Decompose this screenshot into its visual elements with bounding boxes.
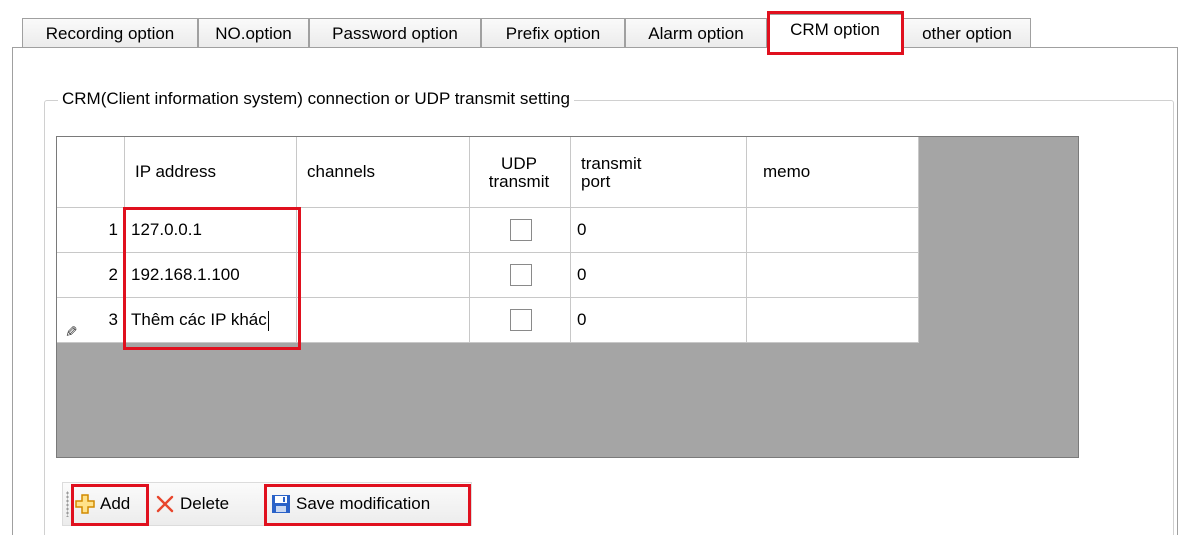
cell-transmit-port[interactable]: 0	[571, 298, 747, 343]
plus-icon	[75, 494, 95, 514]
tab-recording-option[interactable]: Recording option	[22, 18, 198, 48]
cell-udp-transmit	[470, 253, 571, 298]
cell-memo[interactable]	[747, 208, 919, 253]
delete-button[interactable]: Delete	[155, 483, 229, 525]
grid-header-corner	[57, 137, 125, 208]
column-header-transmit-port[interactable]: transmit port	[571, 137, 747, 208]
x-icon	[155, 494, 175, 514]
pencil-icon: ✎	[65, 324, 78, 341]
cell-memo[interactable]	[747, 253, 919, 298]
udp-transmit-checkbox[interactable]	[510, 264, 532, 286]
cell-ip-address[interactable]: 192.168.1.100	[125, 253, 297, 298]
column-header-udp-transmit-label: UDP transmit	[488, 154, 550, 191]
grid-toolbar: Add Delete Save modification	[62, 482, 472, 526]
groupbox-title: CRM(Client information system) connectio…	[58, 89, 574, 109]
save-modification-button[interactable]: Save modification	[271, 483, 430, 525]
cell-memo[interactable]	[747, 298, 919, 343]
cell-udp-transmit	[470, 208, 571, 253]
save-modification-button-label: Save modification	[296, 494, 431, 513]
tab-prefix-option[interactable]: Prefix option	[481, 18, 625, 48]
text-caret	[267, 310, 269, 331]
cell-channels[interactable]	[297, 298, 470, 343]
add-button[interactable]: Add	[75, 483, 130, 525]
cell-channels[interactable]	[297, 253, 470, 298]
row-number-label: 3	[108, 310, 118, 329]
cell-transmit-port[interactable]: 0	[571, 208, 747, 253]
crm-ip-grid: IP address channels UDP transmit transmi…	[56, 136, 1079, 458]
column-header-channels[interactable]: channels	[297, 137, 470, 208]
cell-udp-transmit	[470, 298, 571, 343]
tab-alarm-option[interactable]: Alarm option	[625, 18, 767, 48]
row-number-editing[interactable]: ✎ 3	[57, 298, 125, 343]
cell-ip-address[interactable]: 127.0.0.1	[125, 208, 297, 253]
floppy-disk-icon	[271, 494, 291, 514]
tab-password-option[interactable]: Password option	[309, 18, 481, 48]
column-header-udp-transmit[interactable]: UDP transmit	[470, 137, 571, 208]
cell-transmit-port[interactable]: 0	[571, 253, 747, 298]
delete-button-label: Delete	[180, 494, 230, 513]
column-header-memo[interactable]: memo	[747, 137, 919, 208]
tab-no-option[interactable]: NO.option	[198, 18, 309, 48]
tab-other-option[interactable]: other option	[903, 18, 1031, 48]
add-button-label: Add	[100, 494, 131, 513]
udp-transmit-checkbox[interactable]	[510, 309, 532, 331]
row-number[interactable]: 1	[57, 208, 125, 253]
column-header-memo-label: memo	[763, 162, 811, 181]
column-header-ip-address[interactable]: IP address	[125, 137, 297, 208]
tab-crm-option[interactable]: CRM option	[767, 14, 903, 49]
toolbar-grip[interactable]	[66, 491, 69, 517]
udp-transmit-checkbox[interactable]	[510, 219, 532, 241]
row-number[interactable]: 2	[57, 253, 125, 298]
column-header-transmit-port-label: transmit port	[581, 154, 642, 191]
cell-ip-address-value: Thêm các IP khác	[131, 310, 267, 329]
cell-channels[interactable]	[297, 208, 470, 253]
cell-ip-address-editing[interactable]: Thêm các IP khác	[125, 298, 297, 343]
